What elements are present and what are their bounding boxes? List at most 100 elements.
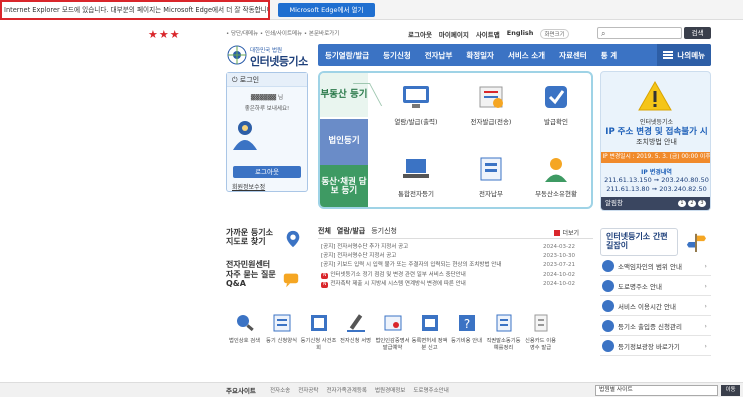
service-verify[interactable]: 발급확인 — [520, 83, 591, 126]
notice-text: [공지] 전자서명수단 지정서 공고 — [321, 253, 397, 260]
faq-link[interactable]: 자주 묻는 질문 Q&A — [226, 270, 276, 288]
guide-access-card[interactable]: 등기소 출입증 신청관리 › — [600, 316, 711, 336]
road-icon — [602, 279, 614, 292]
new-badge: N — [321, 272, 329, 279]
quick-label: 직권말소동기등 예를정리 — [486, 338, 521, 351]
guide-label: 서비스 이용시간 안내 — [618, 302, 676, 311]
nav-statistics[interactable]: 통 계 — [594, 50, 624, 61]
footer-link[interactable]: 전자공탁 — [298, 386, 318, 394]
notice-text: 인터넷등기소 정기 점검 및 변경 관련 일부 서비스 중단안내 — [330, 271, 466, 278]
notice-banner[interactable]: 인터넷등기소 IP 주소 변경 및 접속불가 시 조치방법 안내 IP 변경일시… — [600, 71, 711, 211]
quick-e-sign[interactable]: 전자신청 서명 — [337, 313, 374, 351]
svg-text:?: ? — [463, 317, 469, 331]
menu-icon — [663, 51, 674, 59]
nav-view-issue[interactable]: 등기열람/발급 — [318, 50, 376, 61]
e-civil-center-link[interactable]: 전자민원센터 — [226, 260, 308, 269]
nav-registration[interactable]: 등기신청 — [376, 50, 418, 61]
footer-link[interactable]: 법원경매정보 — [375, 386, 405, 394]
mypage-link[interactable]: 마이페이지 — [439, 29, 469, 39]
my-menu-label: 나의메뉴 — [677, 50, 705, 60]
tab-all[interactable]: 전체 — [318, 226, 331, 236]
open-in-edge-button[interactable]: Microsoft Edge에서 열기 — [278, 3, 375, 17]
notice-date: 2024-10-02 — [543, 271, 575, 278]
service-label: 전자납부 — [479, 190, 503, 198]
banner-page-1[interactable]: 1 — [678, 200, 686, 207]
english-link[interactable]: English — [507, 29, 534, 39]
footer-link[interactable]: 전자가족관계등록 — [327, 386, 367, 394]
receipt-icon — [534, 314, 547, 332]
my-menu-button[interactable]: 나의메뉴 — [657, 44, 711, 66]
service-view-print[interactable]: 열람/발급(출력) — [380, 83, 452, 126]
forms-icon — [273, 314, 290, 332]
notice-more-link[interactable]: 더보기 — [554, 228, 579, 237]
new-badge: N — [321, 281, 329, 288]
notice-text: [공지] 전자서명수단 추가 지정서 공고 — [321, 244, 409, 250]
logout-link[interactable]: 로그아웃 — [408, 29, 432, 39]
footer-link[interactable]: 도로명주소안내 — [413, 386, 448, 394]
find-registry-link[interactable]: 가까운 등기소 지도로 찾기 — [226, 228, 278, 246]
nav-data-center[interactable]: 자료센터 — [552, 50, 594, 61]
notice-item[interactable]: [공지] 키보드 입력 시 입력 불가 또는 주결자의 입력되는 현상의 조치방… — [318, 261, 593, 270]
footer-bar: 주요사이트 전자소송 전자공탁 전자가족관계등록 법원경매정보 도로명주소안내 … — [0, 382, 743, 397]
guide-label: 등기소 출입증 신청관리 — [618, 322, 682, 331]
tab-registration[interactable]: 등기신청 — [371, 226, 397, 236]
major-site-links: 전자소송 전자공탁 전자가족관계등록 법원경매정보 도로명주소안내 — [270, 386, 449, 394]
quick-label: 법인상호 검색 — [229, 338, 260, 345]
guide-info-plaza[interactable]: 등기정보광장 바로가기 › — [600, 336, 711, 356]
mascot-icon — [233, 121, 257, 150]
guide-service-hours[interactable]: 서비스 이용시간 안내 › — [600, 296, 711, 316]
footer-link[interactable]: 전자소송 — [270, 386, 290, 394]
quick-case-lookup[interactable]: 등기신청 사건조회 — [300, 313, 337, 351]
user-name-masked: ▓▓▓▓▓▓ 님 — [250, 95, 284, 101]
notice-date: 2023-10-30 — [543, 253, 575, 260]
search-input[interactable]: ⌕ — [597, 27, 682, 39]
service-label: 열람/발급(출력) — [394, 118, 438, 126]
quick-seal-cert[interactable]: 법인인감증명서 발급예약 — [374, 313, 411, 351]
go-button[interactable]: 이동 — [721, 385, 740, 396]
magnifier-icon — [236, 315, 254, 332]
quick-label: 전자신청 서명 — [340, 338, 371, 345]
guide-small-lease[interactable]: 소액임차인의 범위 안내 › — [600, 256, 711, 276]
service-integrated[interactable]: 통합전자등기 — [380, 155, 452, 198]
service-ownership[interactable]: 부동산소유현황 — [520, 155, 591, 198]
nav-fixed-date[interactable]: 확정일자 — [459, 50, 501, 61]
sitemap-link[interactable]: 사이트맵 — [476, 29, 500, 39]
notice-item[interactable]: [공지] 전자서명수단 지정서 공고 2023-10-30 — [318, 252, 593, 261]
site-logo[interactable]: 대한민국 법원 인터넷등기소 — [226, 42, 318, 70]
service-e-issue[interactable]: 전자발급(전송) — [455, 83, 527, 126]
banner-page-3[interactable]: 3 — [698, 200, 706, 207]
person-icon — [545, 158, 567, 182]
notice-date: 2024-03-22 — [543, 244, 575, 250]
quick-cost-guide[interactable]: ? 등기비용 안내 — [448, 313, 485, 351]
member-info-link[interactable]: 회원정보수정 — [232, 182, 265, 191]
logout-button[interactable]: 로그아웃 — [233, 166, 301, 178]
search-button[interactable]: 검색 — [684, 27, 711, 39]
nav-epayment[interactable]: 전자납부 — [418, 50, 460, 61]
quick-menu: 법인상호 검색 등기 신청양식 등기신청 사건조회 전자신청 서명 법인인감증명… — [226, 313, 596, 351]
login-panel: ⏻ 로그인 ▓▓▓▓▓▓ 님 좋은하루 보내세요! 로그아웃 회원정보수정 — [226, 72, 308, 192]
notice-item[interactable]: N 전자촉탁 제출 시 지방세 시스템 연계방식 변경에 따른 안내 2024-10… — [318, 280, 593, 289]
quick-ex-officio[interactable]: 직권말소동기등 예를정리 — [485, 313, 522, 351]
service-label: 전자발급(전송) — [470, 118, 512, 126]
service-epayment[interactable]: 전자납부 — [455, 155, 527, 198]
chevron-right-icon: › — [704, 281, 707, 290]
quick-card-receipt[interactable]: 신용카드 이용 영수 발급 — [522, 313, 559, 351]
banner-page-2[interactable]: 2 — [688, 200, 696, 207]
guide-road-address[interactable]: 도로명주소 안내 › — [600, 276, 711, 296]
tab-view-issue[interactable]: 열람/발급 — [337, 226, 365, 236]
zoom-control[interactable]: 화면크기 — [540, 29, 569, 39]
quick-corp-search[interactable]: 법인상호 검색 — [226, 313, 263, 351]
skip-links[interactable]: • 당단/대메뉴 • 인쇄/사이트메뉴 • 본문바로가기 — [226, 29, 339, 37]
quick-forms[interactable]: 등기 신청양식 — [263, 313, 300, 351]
tab-movable-asset[interactable]: 동산·채권 담보 등기 — [320, 165, 368, 207]
notice-item[interactable]: [공지] 전자서명수단 추가 지정서 공고 2024-03-22 — [318, 243, 593, 252]
quick-license-tax[interactable]: 동록면허세 정액분 신고 — [411, 313, 448, 351]
seal-icon — [384, 315, 401, 331]
notice-tabs: 전체 열람/발급 등기신청 — [318, 227, 593, 239]
banner-pagination: 1 2 3 — [678, 200, 706, 207]
nav-service-intro[interactable]: 서비스 소개 — [501, 50, 552, 61]
tab-real-estate[interactable]: 부동산 등기 — [320, 73, 368, 117]
notice-item[interactable]: N 인터넷등기소 정기 점검 및 변경 관련 일부 서비스 중단안내 2024-10… — [318, 271, 593, 280]
court-site-select[interactable]: 법원별 사이트 — [595, 385, 718, 396]
tab-corporation[interactable]: 법인등기 — [320, 119, 368, 165]
